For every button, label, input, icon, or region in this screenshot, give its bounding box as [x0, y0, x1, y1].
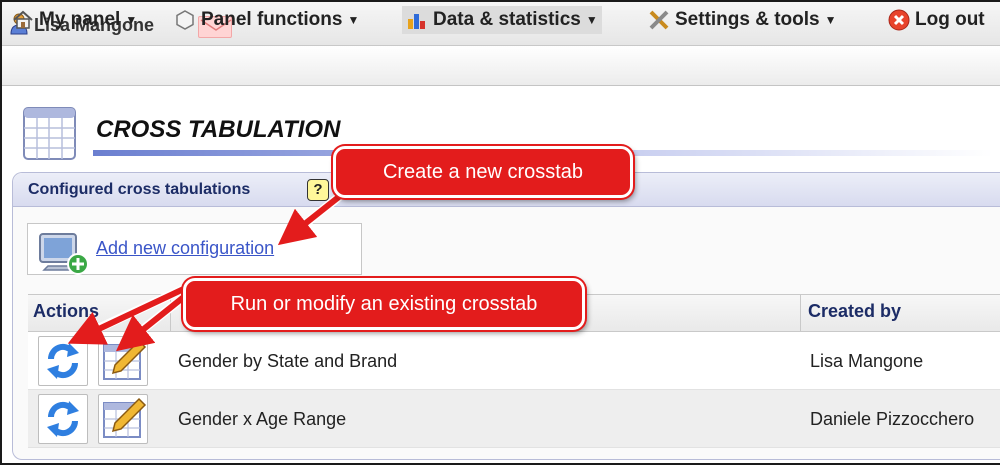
table-icon — [23, 107, 76, 160]
edit-crosstab-button[interactable] — [98, 394, 148, 444]
menu-label: Log out — [915, 9, 985, 30]
menu-label: Panel functions — [201, 9, 343, 30]
help-icon[interactable]: ? — [307, 179, 329, 201]
chevron-down-icon: ▼ — [347, 13, 360, 27]
column-header-created-by[interactable]: Created by — [808, 301, 901, 322]
edit-crosstab-button[interactable] — [98, 336, 148, 386]
column-divider — [800, 295, 801, 331]
created-by: Lisa Mangone — [810, 351, 924, 371]
add-new-configuration-link[interactable]: Add new configuration — [96, 238, 274, 259]
chart-icon — [408, 14, 425, 29]
chevron-down-icon: ▼ — [824, 13, 837, 27]
edit-table-icon — [103, 339, 147, 380]
panel-title: Configured cross tabulations — [28, 181, 251, 198]
crosstab-name[interactable]: Gender by State and Brand — [178, 351, 397, 372]
column-divider — [170, 295, 171, 331]
menu-label: My panel — [39, 9, 121, 30]
created-by: Daniele Pizzocchero — [810, 409, 975, 429]
crosstab-name[interactable]: Gender x Age Range — [178, 409, 346, 430]
tools-icon — [649, 10, 669, 30]
menu-my-panel[interactable]: My panel ▼ — [12, 6, 137, 34]
column-header-actions[interactable]: Actions — [33, 301, 99, 322]
callout-create-crosstab: Create a new crosstab — [333, 146, 633, 198]
menu-log-out[interactable]: Log out — [888, 6, 985, 34]
chevron-down-icon: ▼ — [125, 13, 138, 27]
run-crosstab-button[interactable] — [38, 394, 88, 444]
menu-panel-functions[interactable]: Panel functions ▼ — [174, 6, 359, 34]
page-title: CROSS TABULATION — [96, 116, 341, 143]
menu-settings-tools[interactable]: Settings & tools ▼ — [648, 6, 837, 34]
run-crosstab-button[interactable] — [38, 336, 88, 386]
callout-run-modify-crosstab: Run or modify an existing crosstab — [183, 278, 585, 330]
edit-table-icon — [103, 397, 147, 438]
chevron-down-icon: ▼ — [585, 13, 598, 27]
home-icon — [13, 10, 33, 29]
main-menu — [2, 46, 1000, 86]
add-configuration-icon[interactable] — [38, 230, 90, 276]
menu-data-statistics[interactable]: Data & statistics ▼ — [402, 6, 602, 34]
menu-label: Data & statistics — [433, 9, 581, 30]
refresh-icon — [47, 401, 79, 437]
hexagon-icon — [176, 10, 194, 30]
logout-icon — [888, 9, 910, 31]
menu-label: Settings & tools — [675, 9, 820, 30]
refresh-icon — [47, 343, 79, 379]
